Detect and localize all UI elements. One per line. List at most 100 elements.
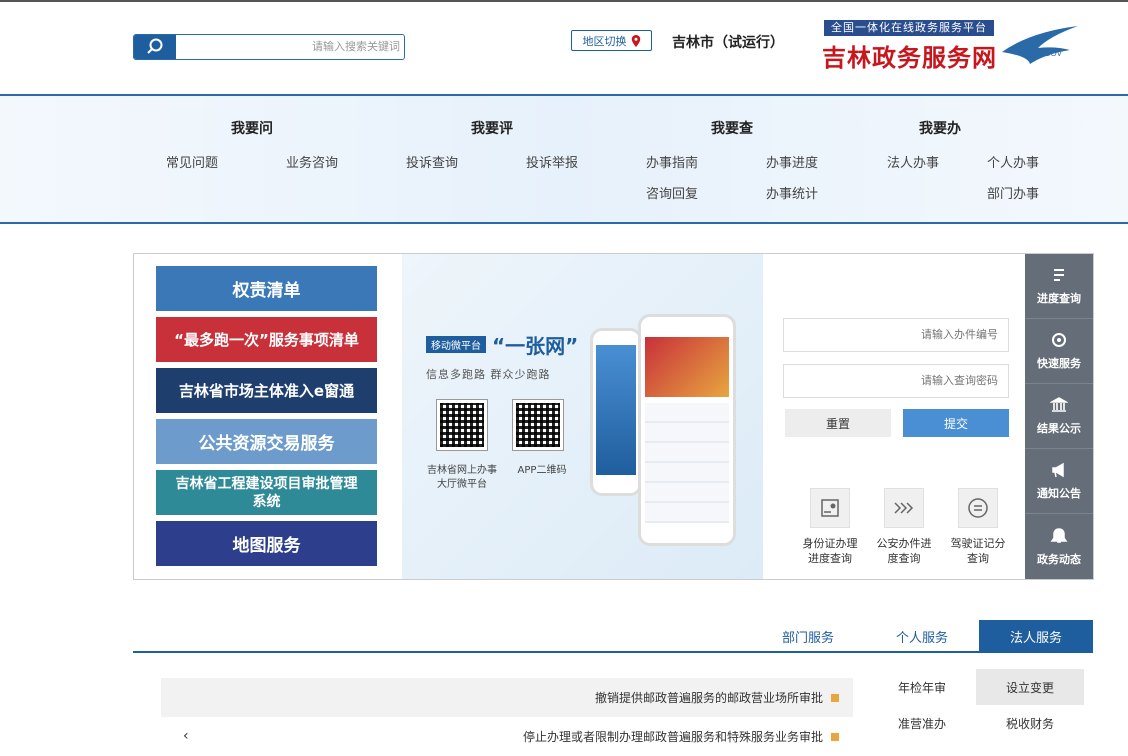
category-construction[interactable]: 吉林省工程建设项目审批管理系统 — [156, 470, 377, 515]
nav-link-complaint[interactable]: 投诉举报 — [526, 152, 578, 171]
search-button[interactable] — [134, 35, 176, 59]
bell-icon — [1050, 527, 1068, 543]
qr-code-weixin — [436, 399, 488, 451]
nav-link-stats[interactable]: 办事统计 — [766, 183, 818, 202]
sub-cat-license[interactable]: 准营准办 — [868, 705, 976, 741]
nav-link-reply[interactable]: 咨询回复 — [646, 183, 698, 202]
item-title: 撤销提供邮政普遍服务的邮政营业场所审批 — [594, 691, 823, 705]
nav-link-progress[interactable]: 办事进度 — [766, 152, 818, 171]
svg-text:.GOV: .GOV — [1042, 49, 1063, 58]
card-idcard-progress[interactable]: 身份证办理 进度查询 — [795, 488, 865, 566]
tab-legal-service[interactable]: 法人服务 — [979, 620, 1093, 653]
sub-cat-tax[interactable]: 税收财务 — [976, 705, 1084, 741]
bullet-icon — [831, 693, 839, 702]
sub-cat-setup[interactable]: 设立变更 — [976, 669, 1084, 705]
region-switch-label: 地区切换 — [582, 34, 627, 48]
main-nav: 我要办 法人办事 个人办事 部门办事 我要查 办事指南 办事进度 咨询回复 办事… — [0, 94, 1128, 224]
nav-link-personal-affairs[interactable]: 个人办事 — [987, 152, 1039, 171]
qr-weixin-label-line2: 大厅微平台 — [437, 479, 487, 490]
location-pin-icon — [631, 34, 640, 47]
bullet-icon — [831, 732, 839, 741]
side-item-notice-label: 通知公告 — [1037, 487, 1081, 500]
search-box — [133, 34, 405, 60]
nav-link-complaint-query[interactable]: 投诉查询 — [406, 152, 458, 171]
nav-title-rate: 我要评 — [471, 121, 514, 137]
logo-title: 吉林政务服务网 — [822, 43, 997, 72]
reset-button[interactable]: 重置 — [785, 409, 891, 437]
case-number-input[interactable] — [783, 318, 1009, 352]
side-item-result[interactable]: 结果公示 — [1025, 384, 1093, 449]
app-promo: 移动微平台 “一张网” 信息多跑路 群众少跑路 APP二维码 吉林省网上办事 大… — [402, 254, 763, 579]
top-border — [0, 0, 1128, 2]
side-item-result-label: 结果公示 — [1037, 422, 1081, 435]
progress-query-panel: 提交 重置 驾驶证记分 查询 公安办件进 度查询 身份证办理 进度查询 — [763, 254, 1025, 579]
category-list: 权责清单 “最多跑一次”服务事项清单 吉林省市场主体准入e窗通 公共资源交易服务… — [156, 266, 377, 572]
side-item-news-label: 政务动态 — [1037, 552, 1081, 566]
chevron-left-icon[interactable]: ‹ — [183, 728, 189, 744]
card-license-label-2: 查询 — [967, 552, 989, 565]
logo-subtitle: 全国一体化在线政务服务平台 — [824, 20, 994, 36]
submit-button[interactable]: 提交 — [903, 409, 1009, 437]
side-menu: 进度查询 快速服务 结果公示 通知公告 政务动态 — [1025, 254, 1093, 579]
item-title: 停止办理或者限制办理邮政普遍服务和特殊服务业务审批 — [522, 730, 823, 744]
qr-app-label: APP二维码 — [517, 465, 567, 476]
license-icon — [958, 488, 998, 528]
card-idcard-label-2: 进度查询 — [808, 552, 852, 565]
side-item-notice[interactable]: 通知公告 — [1025, 449, 1093, 514]
promo-tag: 移动微平台 — [426, 336, 486, 353]
card-police-label-1: 公安办件进 — [876, 537, 932, 550]
tab-dept-service[interactable]: 部门服务 — [751, 620, 865, 653]
phone-mockup-back — [590, 328, 642, 496]
id-card-icon — [810, 488, 850, 528]
nav-link-consult[interactable]: 业务咨询 — [286, 152, 338, 171]
promo-subtitle: 信息多跑路 群众少跑路 — [426, 368, 551, 381]
card-police-progress[interactable]: 公安办件进 度查询 — [869, 488, 939, 566]
nav-title-do: 我要办 — [919, 121, 962, 137]
gov-bird-logo-icon: .GOV — [1002, 26, 1078, 64]
list-item[interactable]: 停止办理或者限制办理邮政普遍服务和特殊服务业务审批 — [161, 717, 853, 756]
nav-col-check: 我要查 办事指南 办事进度 咨询回复 办事统计 — [646, 118, 818, 202]
card-police-label-2: 度查询 — [887, 552, 921, 565]
category-map[interactable]: 地图服务 — [156, 521, 377, 566]
side-item-progress[interactable]: 进度查询 — [1025, 254, 1093, 319]
nav-link-legal-affairs[interactable]: 法人办事 — [887, 152, 939, 171]
query-password-input[interactable] — [783, 364, 1009, 398]
sub-cat-annual[interactable]: 年检年审 — [868, 669, 976, 705]
qr-code-app — [512, 399, 564, 451]
side-item-quick-label: 快速服务 — [1037, 357, 1081, 370]
city-label: 吉林市（试运行） — [672, 35, 784, 51]
side-item-progress-label: 进度查询 — [1037, 292, 1081, 305]
megaphone-icon — [1052, 462, 1064, 478]
sub-category-list: 年检年审 设立变更 准营准办 税收财务 — [868, 669, 1085, 741]
region-switch-button[interactable]: 地区切换 — [571, 30, 652, 51]
search-icon — [1052, 333, 1066, 347]
category-power-list[interactable]: 权责清单 — [156, 266, 377, 311]
list-item[interactable]: 撤销提供邮政普遍服务的邮政营业场所审批 — [161, 678, 853, 717]
search-input[interactable] — [180, 37, 400, 57]
qr-weixin-label: 吉林省网上办事 大厅微平台 — [426, 464, 498, 492]
building-icon — [1050, 397, 1068, 412]
card-idcard-label-1: 身份证办理 — [802, 537, 858, 550]
service-banner: 权责清单 “最多跑一次”服务事项清单 吉林省市场主体准入e窗通 公共资源交易服务… — [133, 253, 1094, 580]
side-item-quick[interactable]: 快速服务 — [1025, 319, 1093, 384]
search-icon — [147, 38, 163, 54]
nav-col-do: 我要办 法人办事 个人办事 部门办事 — [887, 118, 1039, 202]
card-license-points[interactable]: 驾驶证记分 查询 — [943, 488, 1013, 566]
nav-col-rate: 我要评 投诉查询 投诉举报 — [406, 118, 578, 171]
arrows-icon — [884, 488, 924, 528]
nav-link-dept-affairs[interactable]: 部门办事 — [987, 183, 1039, 202]
side-item-news[interactable]: 政务动态 — [1025, 514, 1093, 579]
promo-title: “一张网” — [492, 334, 579, 358]
service-tabs: 法人服务 个人服务 部门服务 — [133, 620, 1093, 653]
service-item-list: 撤销提供邮政普遍服务的邮政营业场所审批 停止办理或者限制办理邮政普遍服务和特殊服… — [161, 678, 853, 756]
category-e-window[interactable]: 吉林省市场主体准入e窗通 — [156, 368, 377, 413]
category-run-once[interactable]: “最多跑一次”服务事项清单 — [156, 317, 377, 362]
site-logo[interactable]: 全国一体化在线政务服务平台 吉林政务服务网 .GOV — [820, 18, 1082, 72]
qr-weixin-label-line1: 吉林省网上办事 — [427, 465, 497, 476]
nav-title-check: 我要查 — [711, 121, 754, 137]
phone-mockup-front — [638, 314, 736, 546]
category-public-trade[interactable]: 公共资源交易服务 — [156, 419, 377, 464]
nav-link-faq[interactable]: 常见问题 — [166, 152, 218, 171]
nav-link-guide[interactable]: 办事指南 — [646, 152, 698, 171]
tab-personal-service[interactable]: 个人服务 — [865, 620, 979, 653]
